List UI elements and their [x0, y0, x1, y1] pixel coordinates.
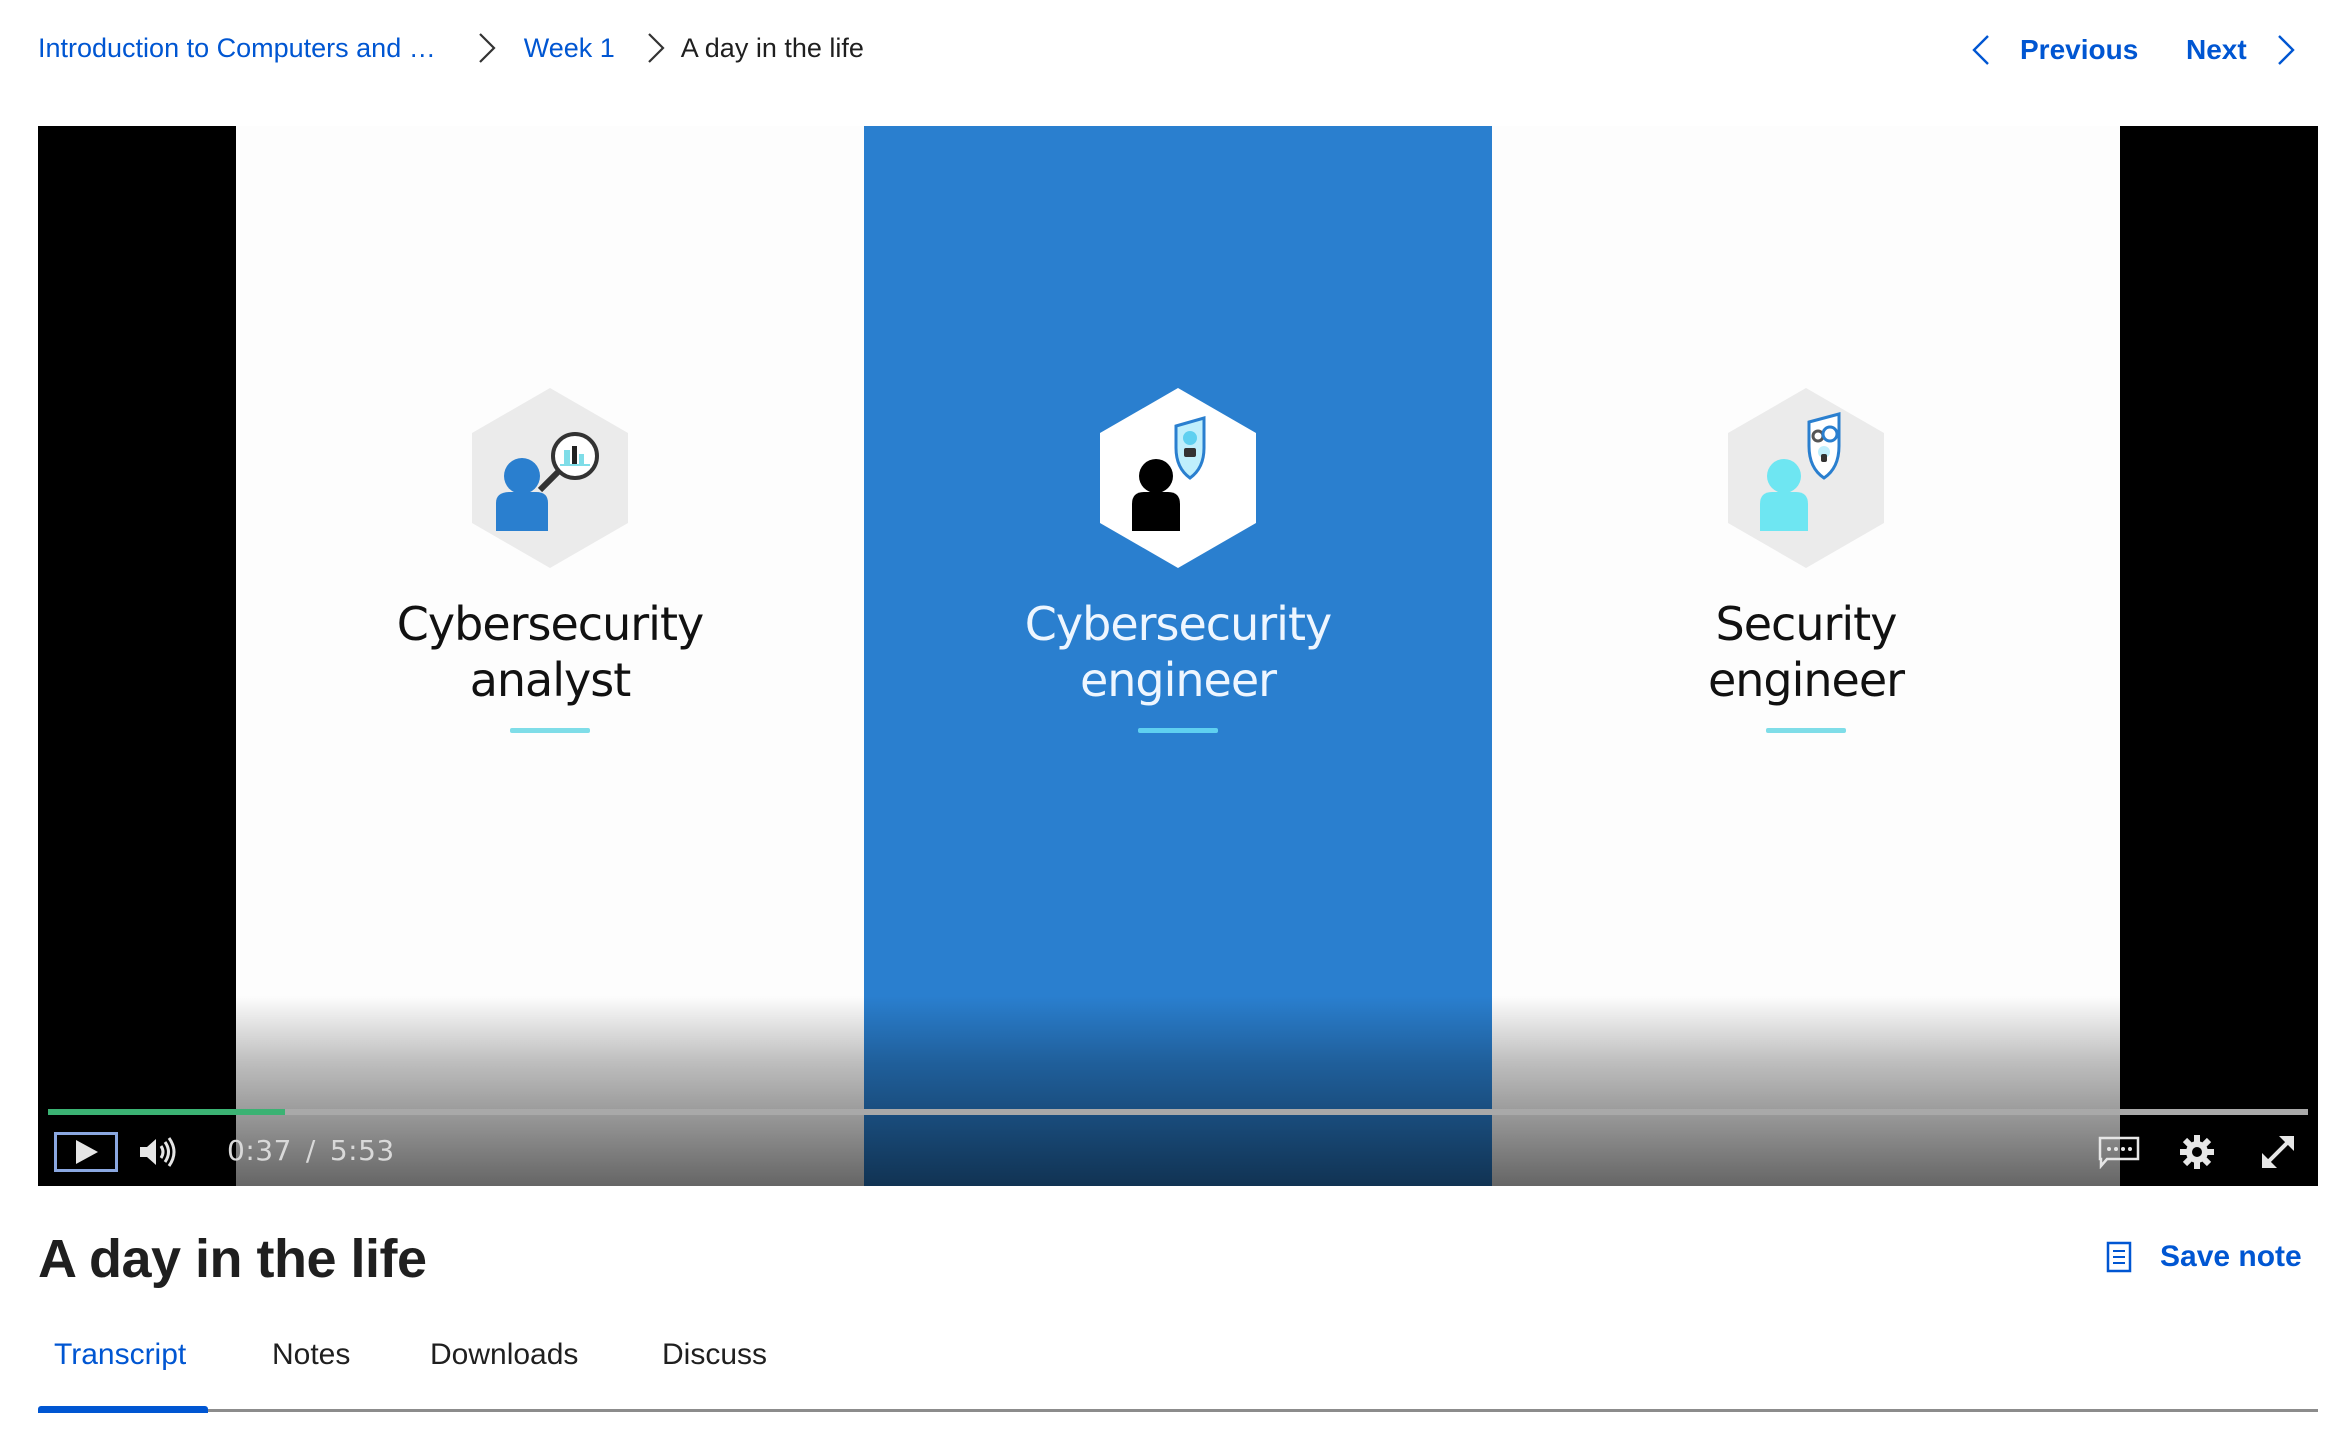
- role-title-line2: engineer: [1707, 653, 1905, 707]
- next-button[interactable]: Next: [2186, 30, 2299, 70]
- role-title-line1: Cybersecurity: [396, 597, 704, 651]
- captions-icon: [2098, 1136, 2140, 1169]
- video-time: 0:37 / 5:53: [227, 1134, 395, 1167]
- captions-button[interactable]: [2096, 1126, 2142, 1178]
- current-time: 0:37: [227, 1134, 292, 1167]
- role-title-line1: Security: [1715, 597, 1898, 651]
- volume-button[interactable]: [136, 1126, 180, 1178]
- active-tab-indicator: [38, 1406, 208, 1413]
- play-icon: [76, 1140, 98, 1164]
- breadcrumb-course-link[interactable]: Introduction to Computers and …: [38, 33, 436, 64]
- tab-downloads[interactable]: Downloads: [430, 1330, 578, 1410]
- video-player[interactable]: Cybersecurity analyst Cybersecurity engi…: [38, 126, 2318, 1186]
- video-progress-fill: [48, 1109, 286, 1115]
- security-engineer-gear-shield-icon: [1728, 388, 1884, 568]
- chevron-right-icon: [2277, 35, 2295, 65]
- breadcrumb: Introduction to Computers and … Week 1 A…: [38, 28, 864, 68]
- role-title-security-engineer: Security engineer: [1707, 596, 1905, 708]
- video-panel-cybersecurity-engineer: Cybersecurity engineer: [864, 126, 1492, 1186]
- page-title: A day in the life: [38, 1229, 427, 1289]
- role-underline: [1138, 728, 1218, 733]
- next-label: Next: [2186, 34, 2247, 65]
- video-panel-security-engineer: Security engineer: [1492, 126, 2120, 1186]
- breadcrumb-current: A day in the life: [680, 32, 864, 63]
- chevron-right-icon: [478, 33, 496, 63]
- tabs-divider: [38, 1409, 2318, 1412]
- save-note-label: Save note: [2160, 1240, 2302, 1273]
- chevron-right-icon: [647, 33, 665, 63]
- time-separator: /: [305, 1134, 316, 1167]
- role-underline: [510, 728, 590, 733]
- volume-icon: [140, 1137, 176, 1167]
- play-button[interactable]: [54, 1132, 118, 1172]
- settings-button[interactable]: [2176, 1126, 2218, 1178]
- previous-label: Previous: [2020, 34, 2139, 65]
- engineer-shield-icon: [1100, 388, 1256, 568]
- fullscreen-icon: [2262, 1136, 2294, 1168]
- role-title-cybersecurity-engineer: Cybersecurity engineer: [1024, 596, 1332, 708]
- duration: 5:53: [329, 1134, 395, 1167]
- role-title-analyst: Cybersecurity analyst: [396, 596, 704, 708]
- video-panel-analyst: Cybersecurity analyst: [236, 126, 864, 1186]
- fullscreen-button[interactable]: [2256, 1126, 2300, 1178]
- chevron-left-icon: [1972, 35, 1989, 65]
- tab-notes[interactable]: Notes: [272, 1330, 350, 1410]
- previous-button[interactable]: Previous: [1968, 30, 2138, 70]
- gear-icon: [2180, 1135, 2214, 1169]
- tab-transcript[interactable]: Transcript: [54, 1330, 186, 1410]
- content-tabs: Transcript Notes Downloads Discuss: [38, 1330, 2318, 1413]
- role-underline: [1766, 728, 1846, 733]
- role-title-line2: engineer: [1079, 653, 1277, 707]
- role-title-line1: Cybersecurity: [1024, 597, 1332, 651]
- role-title-line2: analyst: [469, 653, 632, 707]
- video-progress-bar[interactable]: [48, 1109, 2308, 1115]
- analyst-magnifier-icon: [472, 388, 628, 568]
- breadcrumb-week-link[interactable]: Week 1: [524, 33, 615, 64]
- tab-discuss[interactable]: Discuss: [662, 1330, 767, 1410]
- save-note-button[interactable]: Save note: [2106, 1240, 2302, 1274]
- note-icon: [2106, 1241, 2132, 1273]
